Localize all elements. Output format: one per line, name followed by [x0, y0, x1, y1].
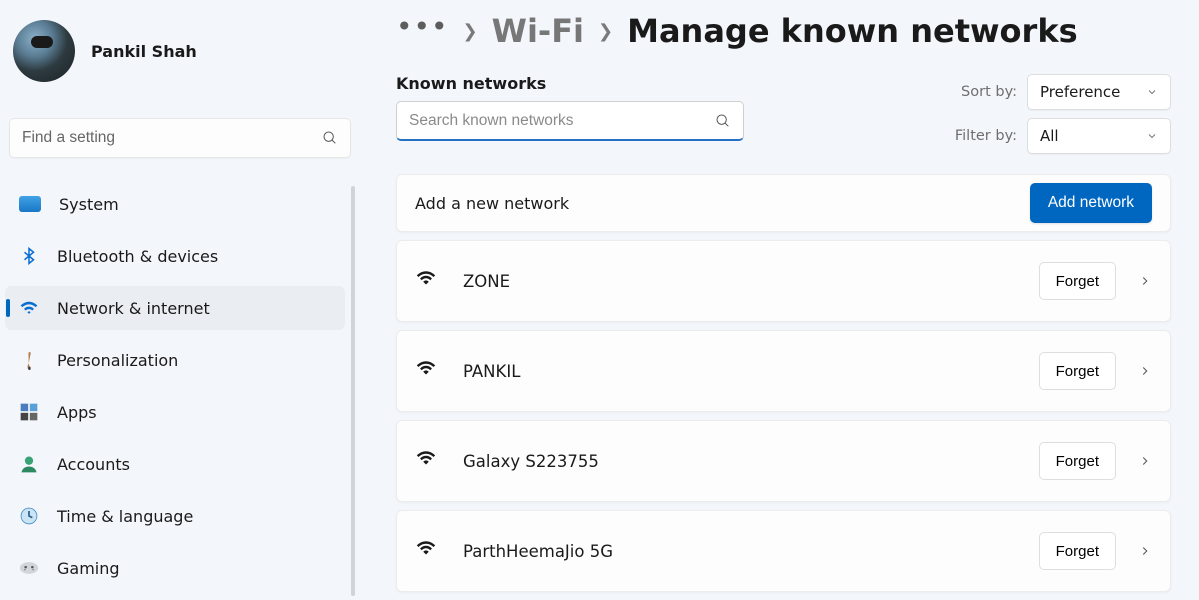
section-title: Known networks [396, 74, 744, 93]
forget-button[interactable]: Forget [1039, 262, 1116, 300]
sort-label: Sort by: [961, 84, 1017, 100]
wifi-icon [415, 448, 437, 474]
network-row[interactable]: Galaxy S223755Forget [396, 420, 1171, 502]
sidebar-search-input[interactable] [22, 129, 322, 147]
apps-icon [19, 402, 39, 422]
nav-list: System Bluetooth & devices Network & int… [5, 182, 351, 600]
breadcrumb-more-icon[interactable]: ••• [396, 13, 449, 49]
search-icon [322, 130, 338, 146]
sidebar-item-label: Personalization [57, 351, 178, 370]
add-network-button[interactable]: Add network [1030, 183, 1152, 223]
sidebar: Pankil Shah System Bluetooth & devices N… [0, 0, 360, 600]
sidebar-item-label: Accounts [57, 455, 130, 474]
filter-dropdown[interactable]: All [1027, 118, 1171, 154]
network-row[interactable]: ZONEForget [396, 240, 1171, 322]
sort-dropdown[interactable]: Preference [1027, 74, 1171, 110]
network-name: Galaxy S223755 [463, 452, 1039, 471]
chevron-right-icon[interactable] [1138, 274, 1152, 288]
forget-button[interactable]: Forget [1039, 442, 1116, 480]
sidebar-item-time-language[interactable]: Time & language [5, 494, 345, 538]
forget-button[interactable]: Forget [1039, 532, 1116, 570]
sidebar-scrollbar[interactable] [351, 186, 355, 596]
network-search-input[interactable] [409, 112, 715, 130]
chevron-right-icon: ❯ [463, 21, 478, 42]
brush-icon [15, 346, 43, 374]
sidebar-item-label: Gaming [57, 559, 120, 578]
wifi-icon [19, 298, 39, 318]
wifi-icon [415, 268, 437, 294]
profile-name: Pankil Shah [91, 42, 197, 61]
chevron-right-icon: ❯ [598, 21, 613, 42]
breadcrumb-wifi[interactable]: Wi-Fi [492, 12, 584, 50]
chevron-right-icon[interactable] [1138, 544, 1152, 558]
gaming-icon [19, 558, 39, 578]
forget-button[interactable]: Forget [1039, 352, 1116, 390]
wifi-icon [415, 538, 437, 564]
sidebar-item-bluetooth[interactable]: Bluetooth & devices [5, 234, 345, 278]
sidebar-item-label: System [59, 195, 119, 214]
sort-value: Preference [1040, 83, 1120, 101]
chevron-down-icon [1146, 86, 1158, 98]
sidebar-item-label: Network & internet [57, 299, 210, 318]
sidebar-item-network[interactable]: Network & internet [5, 286, 345, 330]
search-icon [715, 113, 731, 129]
chevron-right-icon[interactable] [1138, 364, 1152, 378]
chevron-down-icon [1146, 130, 1158, 142]
sidebar-item-apps[interactable]: Apps [5, 390, 345, 434]
sidebar-item-label: Time & language [57, 507, 193, 526]
system-icon [19, 196, 41, 212]
page-title: Manage known networks [627, 12, 1078, 50]
avatar [13, 20, 75, 82]
bluetooth-icon [19, 246, 39, 266]
sidebar-item-label: Bluetooth & devices [57, 247, 218, 266]
add-network-label: Add a new network [415, 194, 569, 213]
chevron-right-icon[interactable] [1138, 454, 1152, 468]
network-row[interactable]: ParthHeemaJio 5GForget [396, 510, 1171, 592]
networks-list: ZONEForgetPANKILForgetGalaxy S223755Forg… [396, 240, 1171, 600]
network-row[interactable]: PANKILForget [396, 330, 1171, 412]
network-name: PANKIL [463, 362, 1039, 381]
time-icon [19, 506, 39, 526]
filter-value: All [1040, 127, 1059, 145]
sidebar-item-gaming[interactable]: Gaming [5, 546, 345, 590]
profile-section[interactable]: Pankil Shah [5, 8, 355, 100]
network-name: ParthHeemaJio 5G [463, 542, 1039, 561]
sidebar-search[interactable] [9, 118, 351, 158]
breadcrumb: ••• ❯ Wi-Fi ❯ Manage known networks [396, 12, 1171, 50]
sidebar-item-accounts[interactable]: Accounts [5, 442, 345, 486]
sidebar-item-personalization[interactable]: Personalization [5, 338, 345, 382]
sidebar-item-system[interactable]: System [5, 182, 345, 226]
network-search[interactable] [396, 101, 744, 141]
filter-label: Filter by: [955, 128, 1017, 144]
accounts-icon [19, 454, 39, 474]
network-name: ZONE [463, 272, 1039, 291]
add-network-card: Add a new network Add network [396, 174, 1171, 232]
wifi-icon [415, 358, 437, 384]
sidebar-item-label: Apps [57, 403, 97, 422]
main-content: ••• ❯ Wi-Fi ❯ Manage known networks Know… [360, 0, 1199, 600]
